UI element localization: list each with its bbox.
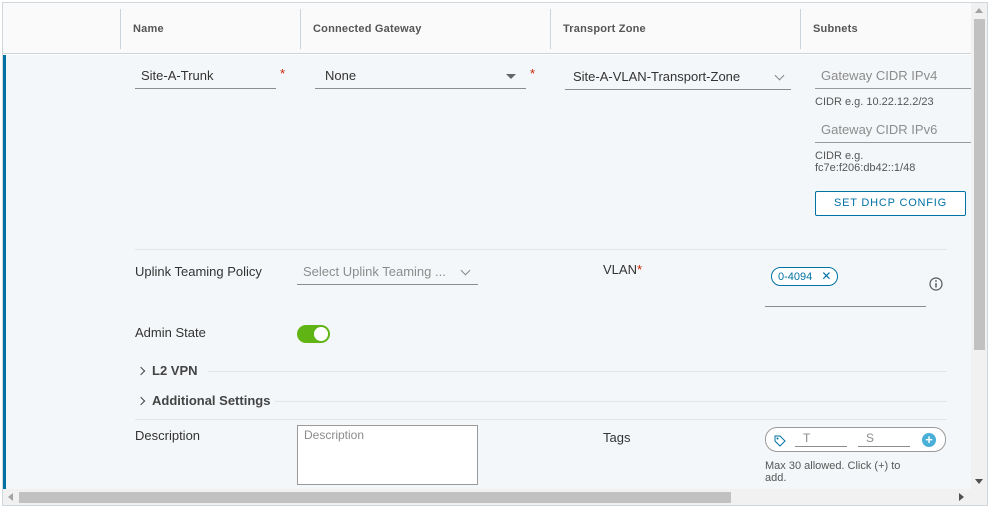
additional-settings-toggle[interactable]: Additional Settings <box>136 393 271 408</box>
ipv4-hint: CIDR e.g. 10.22.12.2/23 <box>815 96 934 108</box>
column-header-subnets[interactable]: Subnets <box>800 9 971 49</box>
uplink-teaming-select[interactable]: Select Uplink Teaming ... <box>297 261 478 285</box>
ipv6-hint-line2: fc7e:f206:db42::1/48 <box>815 162 916 174</box>
tags-hint-line1: Max 30 allowed. Click (+) to <box>765 460 901 472</box>
add-tag-icon[interactable]: + <box>922 433 936 447</box>
tags-label: Tags <box>603 430 631 445</box>
name-required-mark: * <box>280 66 286 81</box>
admin-state-label: Admin State <box>135 325 206 340</box>
column-header-name[interactable]: Name <box>120 9 300 49</box>
uplink-teaming-label: Uplink Teaming Policy <box>135 264 262 279</box>
column-header-connected-gateway[interactable]: Connected Gateway <box>300 9 550 49</box>
scrollbar-corner <box>971 489 987 505</box>
vlan-required-mark: * <box>636 262 643 277</box>
scroll-left-icon[interactable] <box>8 493 13 501</box>
row-selection-accent <box>3 55 6 491</box>
vlan-chip-value: 0-4094 <box>778 271 813 283</box>
segment-edit-grid: Name Connected Gateway Transport Zone Su… <box>2 2 988 506</box>
gateway-cidr-ipv4-input[interactable]: Gateway CIDR IPv4 <box>815 65 971 89</box>
scroll-up-icon[interactable] <box>975 8 983 13</box>
set-dhcp-config-button[interactable]: SET DHCP CONFIG <box>815 191 966 216</box>
column-header-transport-zone[interactable]: Transport Zone <box>550 9 800 49</box>
vertical-scrollbar[interactable] <box>971 3 987 491</box>
l2vpn-section-label: L2 VPN <box>152 363 198 378</box>
section-divider <box>135 419 947 420</box>
chevron-right-icon <box>136 366 146 376</box>
vlan-label: VLAN* <box>603 262 642 277</box>
vlan-chip[interactable]: 0-4094 ✕ <box>771 267 839 286</box>
connected-gateway-value: None <box>325 68 357 83</box>
vertical-scroll-thumb[interactable] <box>974 19 985 350</box>
description-textarea[interactable]: Description <box>297 425 478 485</box>
name-input[interactable]: Site-A-Trunk <box>135 65 276 89</box>
caret-down-icon <box>506 74 516 79</box>
admin-state-toggle[interactable] <box>297 325 330 343</box>
ipv6-hint-line1: CIDR e.g. <box>815 150 864 162</box>
vlan-input-underline[interactable] <box>765 306 926 307</box>
horizontal-scroll-thumb[interactable] <box>19 492 731 503</box>
toggle-knob <box>314 327 328 341</box>
additional-settings-label: Additional Settings <box>152 393 271 408</box>
transport-zone-value: Site-A-VLAN-Transport-Zone <box>573 69 741 84</box>
vlan-label-text: VLAN <box>603 262 637 277</box>
section-divider <box>208 371 947 372</box>
tag-icon <box>774 435 786 447</box>
tags-hint-line2: add. <box>765 472 787 484</box>
section-divider <box>275 401 947 402</box>
info-icon[interactable] <box>929 277 943 291</box>
section-divider <box>135 249 947 250</box>
scroll-right-icon[interactable] <box>959 493 964 501</box>
tag-input-group: T S + <box>765 427 946 452</box>
connected-gateway-select[interactable]: None <box>315 65 526 89</box>
scroll-down-icon[interactable] <box>975 479 983 484</box>
gateway-cidr-ipv6-input[interactable]: Gateway CIDR IPv6 <box>815 119 971 143</box>
gateway-required-mark: * <box>530 66 536 81</box>
description-label: Description <box>135 428 201 443</box>
tag-input[interactable]: T <box>795 431 847 447</box>
scope-input[interactable]: S <box>858 431 910 447</box>
horizontal-scrollbar[interactable] <box>3 489 971 505</box>
grid-header: Name Connected Gateway Transport Zone Su… <box>3 3 971 54</box>
transport-zone-select[interactable]: Site-A-VLAN-Transport-Zone <box>565 66 791 90</box>
chevron-right-icon <box>136 396 146 406</box>
l2vpn-section-toggle[interactable]: L2 VPN <box>136 363 198 378</box>
close-icon[interactable]: ✕ <box>821 269 831 283</box>
